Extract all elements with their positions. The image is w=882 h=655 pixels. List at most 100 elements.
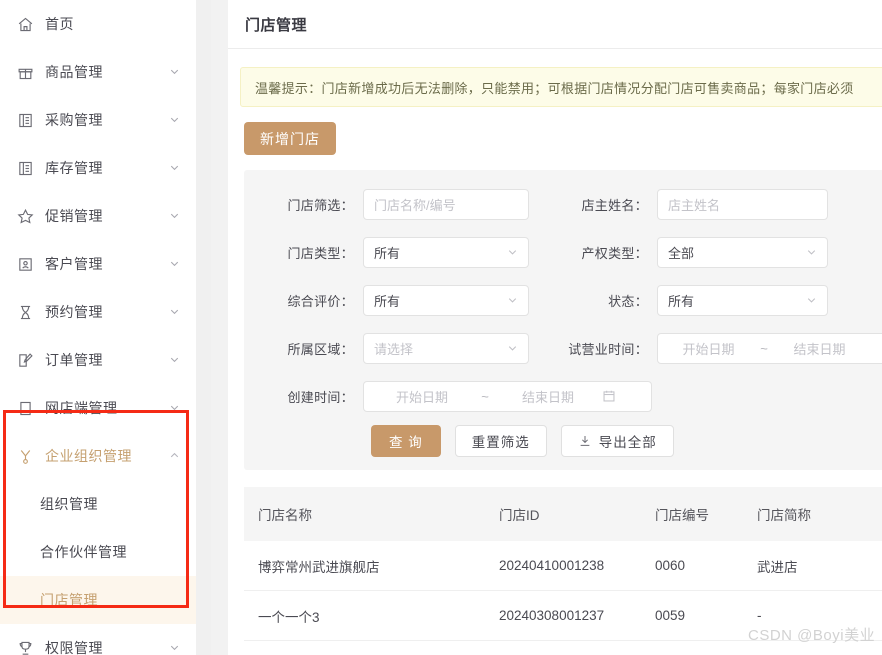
- sidebar-item-enterprise-organization-management[interactable]: 企业组织管理: [0, 432, 196, 480]
- overall-rating-select[interactable]: 所有: [363, 284, 529, 316]
- filter-panel: 门店筛选： 门店名称/编号 店主姓名： 店主姓名 门店类型： 所有 产权类型： …: [244, 170, 882, 470]
- select-value: 所有: [374, 245, 401, 261]
- sidebar-subitem-store-management[interactable]: 门店管理: [0, 576, 196, 624]
- chevron-down-icon: [506, 342, 519, 355]
- chevron-down-icon[interactable]: [168, 161, 182, 175]
- filter-label: 状态：: [608, 293, 648, 309]
- start-date-placeholder: 开始日期: [682, 341, 735, 357]
- contact-icon: [16, 255, 34, 273]
- start-date-placeholder: 开始日期: [395, 389, 448, 405]
- cell-store-code: 0059: [655, 608, 686, 623]
- sidebar-item-label: 企业组织管理: [45, 448, 132, 464]
- daterange-separator: ~: [760, 340, 768, 356]
- filter-row: 门店筛选： 门店名称/编号 店主姓名： 店主姓名: [244, 180, 882, 228]
- sidebar-subitem-label: 组织管理: [40, 496, 98, 512]
- owner-name-input[interactable]: 店主姓名: [657, 188, 828, 220]
- sidebar-item-purchase-management[interactable]: 采购管理: [0, 96, 196, 144]
- cell-store-short: -: [757, 608, 762, 623]
- cell-store-code: 0060: [655, 558, 686, 573]
- filter-field-property-type: 产权类型： 全部: [560, 236, 828, 268]
- trial-period-daterange[interactable]: 开始日期 ~ 结束日期: [657, 332, 882, 364]
- ledger-icon: [16, 159, 34, 177]
- chevron-down-icon[interactable]: [168, 353, 182, 367]
- store-type-select[interactable]: 所有: [363, 236, 529, 268]
- trophy-icon: [16, 639, 34, 655]
- chevron-down-icon: [805, 294, 818, 307]
- star-badge-icon: [16, 207, 34, 225]
- filter-field-trial-period: 试营业时间： 开始日期 ~ 结束日期: [560, 332, 882, 364]
- filter-field-store-filter: 门店筛选： 门店名称/编号: [266, 188, 529, 220]
- sidebar-item-promotion-management[interactable]: 促销管理: [0, 192, 196, 240]
- sidebar-item-online-store-management[interactable]: 网店端管理: [0, 384, 196, 432]
- chevron-down-icon[interactable]: [168, 305, 182, 319]
- chevron-down-icon[interactable]: [168, 65, 182, 79]
- cell-store-name: 一个一个3: [258, 609, 320, 625]
- region-select[interactable]: 请选择: [363, 332, 529, 364]
- chevron-down-icon[interactable]: [168, 641, 182, 655]
- watermark: CSDN @Boyi美业: [748, 627, 876, 644]
- chevron-down-icon[interactable]: [168, 257, 182, 271]
- sidebar-navigation: 首页 商品管理 采购管理 库存管理 促销管理 客户管理 预约管理 订单管理 网店…: [0, 0, 196, 655]
- filter-row: 门店类型： 所有 产权类型： 全部: [244, 228, 882, 276]
- status-select[interactable]: 所有: [657, 284, 828, 316]
- content-gutter: [211, 0, 228, 655]
- sidebar-item-label: 促销管理: [45, 208, 103, 224]
- sidebar-item-product-management[interactable]: 商品管理: [0, 48, 196, 96]
- search-button[interactable]: 查 询: [371, 425, 441, 457]
- sidebar-item-inventory-management[interactable]: 库存管理: [0, 144, 196, 192]
- sidebar-scrollbar-track[interactable]: [196, 0, 407, 655]
- filter-row: 创建时间： 开始日期 ~ 结束日期: [244, 372, 882, 420]
- chevron-down-icon[interactable]: [168, 401, 182, 415]
- property-type-select[interactable]: 全部: [657, 236, 828, 268]
- table-row[interactable]: 博弈常州武进旗舰店 20240410001238 0060 武进店: [244, 541, 882, 591]
- add-store-button[interactable]: 新增门店: [244, 122, 336, 155]
- sidebar-item-label: 预约管理: [45, 304, 103, 320]
- daterange-separator: ~: [481, 388, 489, 404]
- reset-filters-button[interactable]: 重置筛选: [454, 425, 547, 457]
- window-icon: [16, 399, 34, 417]
- calendar-icon: [602, 389, 616, 403]
- table-header-row: 门店名称 门店ID 门店编号 门店简称: [244, 487, 882, 541]
- filter-field-overall-rating: 综合评价： 所有: [266, 284, 529, 316]
- store-filter-input[interactable]: 门店名称/编号: [363, 188, 529, 220]
- sidebar-item-order-management[interactable]: 订单管理: [0, 336, 196, 384]
- create-time-daterange[interactable]: 开始日期 ~ 结束日期: [363, 380, 652, 412]
- export-all-button[interactable]: 导出全部: [560, 425, 674, 457]
- sidebar-item-label: 网店端管理: [45, 400, 118, 416]
- filter-field-store-type: 门店类型： 所有: [266, 236, 529, 268]
- ledger-icon: [16, 111, 34, 129]
- page-title: 门店管理: [245, 17, 308, 34]
- title-divider: [228, 48, 882, 49]
- home-icon: [16, 15, 34, 33]
- sidebar-item-customer-management[interactable]: 客户管理: [0, 240, 196, 288]
- main-content: 门店管理 温馨提示：门店新增成功后无法删除，只能禁用；可根据门店情况分配门店可售…: [228, 0, 882, 655]
- sidebar-item-permission-management[interactable]: 权限管理: [0, 624, 196, 655]
- tip-banner: 温馨提示：门店新增成功后无法删除，只能禁用；可根据门店情况分配门店可售卖商品；每…: [240, 67, 882, 107]
- sidebar-item-label: 商品管理: [45, 64, 103, 80]
- chevron-down-icon[interactable]: [168, 113, 182, 127]
- filter-field-status: 状态： 所有: [560, 284, 828, 316]
- sidebar-item-appointment-management[interactable]: 预约管理: [0, 288, 196, 336]
- sidebar-item-label: 客户管理: [45, 256, 103, 272]
- end-date-placeholder: 结束日期: [521, 389, 574, 405]
- sidebar-item-label: 采购管理: [45, 112, 103, 128]
- cell-store-name: 博弈常州武进旗舰店: [258, 559, 380, 575]
- end-date-placeholder: 结束日期: [793, 341, 846, 357]
- column-header-store-short: 门店简称: [757, 508, 811, 523]
- sidebar-item-home[interactable]: 首页: [0, 0, 196, 48]
- gift-icon: [16, 63, 34, 81]
- filter-label: 门店筛选：: [287, 197, 354, 213]
- sidebar-subitem-partner-management[interactable]: 合作伙伴管理: [0, 528, 196, 576]
- input-placeholder: 店主姓名: [668, 197, 721, 213]
- filter-row: 所属区域： 请选择 试营业时间： 开始日期 ~ 结束日期: [244, 324, 882, 372]
- column-header-store-name: 门店名称: [258, 508, 312, 523]
- select-value: 所有: [668, 293, 695, 309]
- filter-label: 所属区域：: [287, 341, 354, 357]
- sidebar-item-label: 首页: [45, 16, 74, 32]
- chevron-down-icon[interactable]: [168, 209, 182, 223]
- filter-label: 店主姓名：: [581, 197, 648, 213]
- sitemap-icon: [16, 447, 34, 465]
- sidebar-subitem-organization-management[interactable]: 组织管理: [0, 480, 196, 528]
- chevron-up-icon[interactable]: [168, 449, 182, 463]
- cell-store-short: 武进店: [757, 559, 798, 575]
